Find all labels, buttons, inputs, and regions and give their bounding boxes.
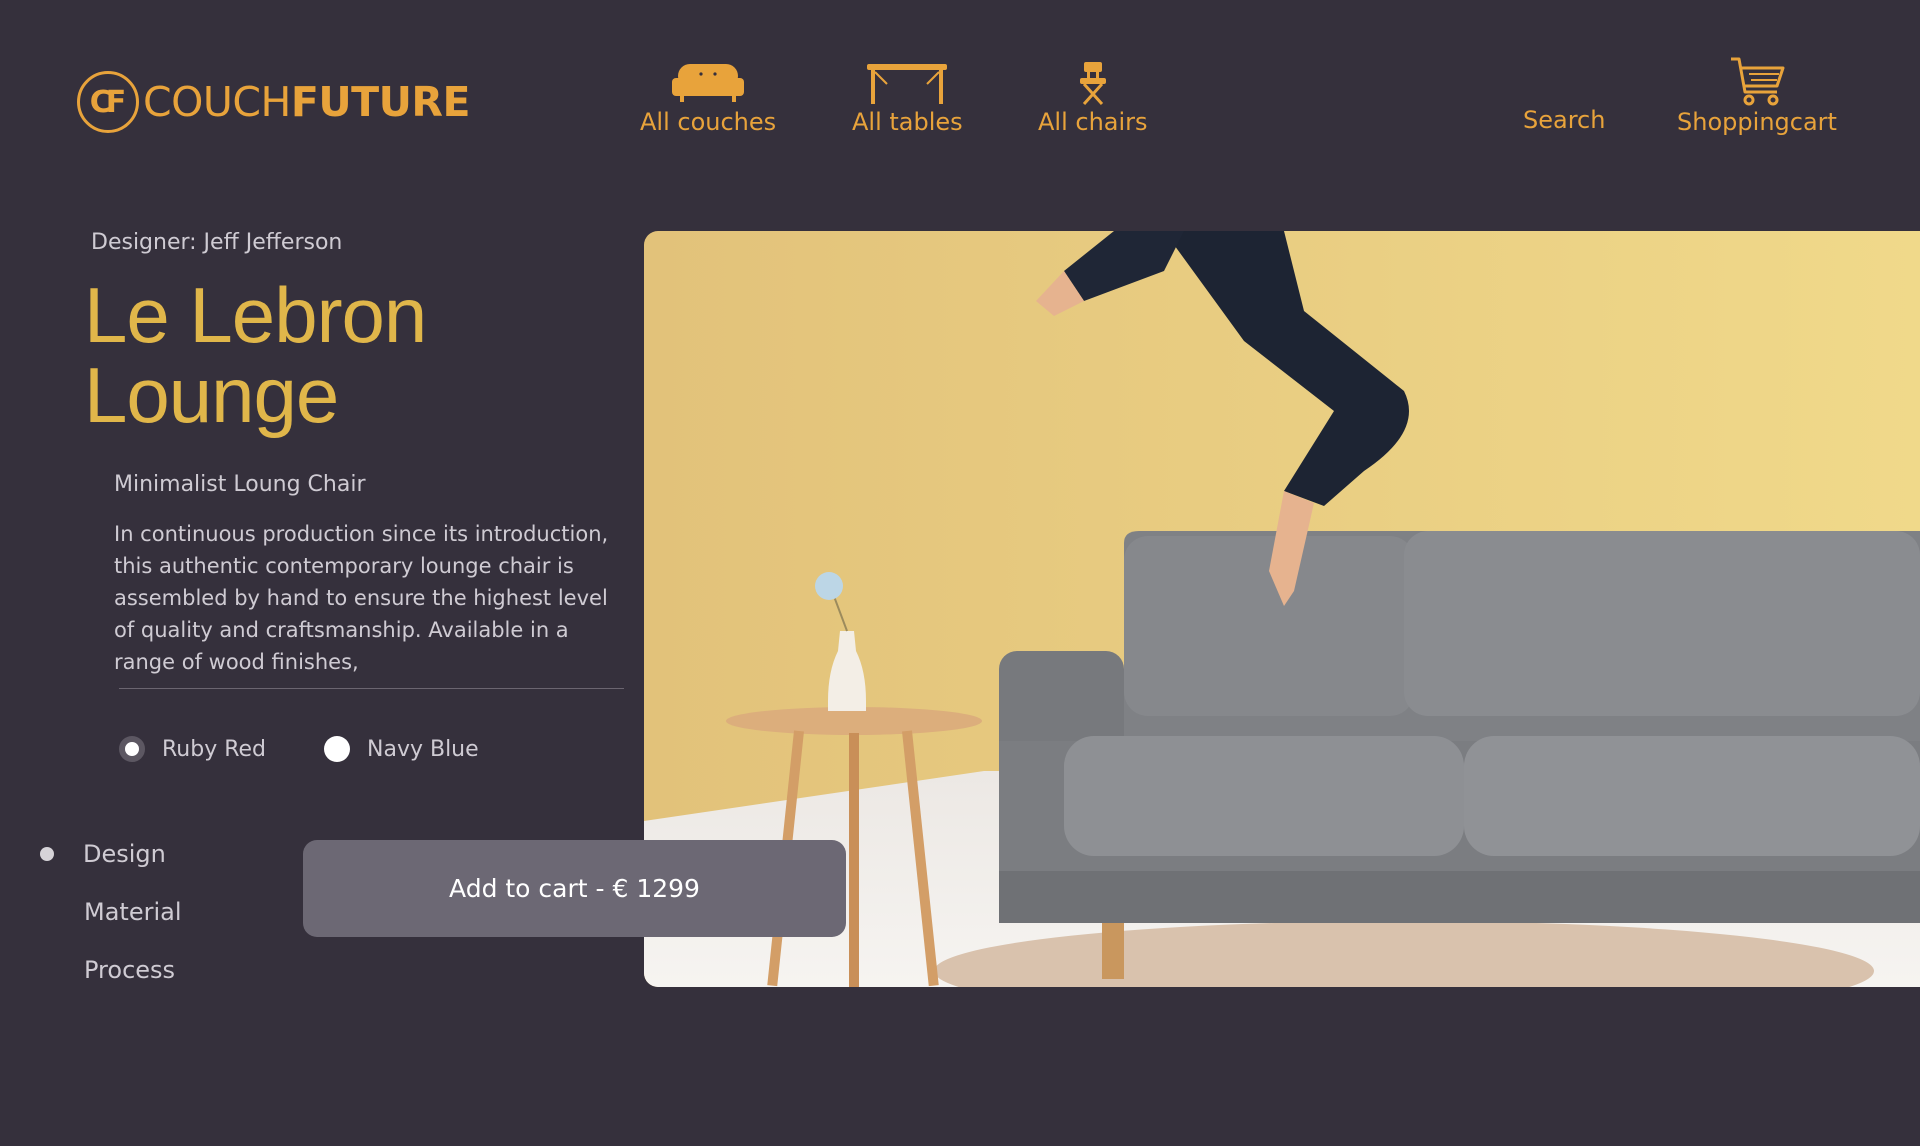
shoppingcart-link[interactable]: Shoppingcart	[1672, 56, 1842, 136]
nav-tables-label: All tables	[852, 108, 963, 136]
logo-word-light: COUCH	[143, 77, 291, 126]
product-title-line2: Lounge	[84, 351, 339, 439]
nav-couches-label: All couches	[640, 108, 777, 136]
product-subtitle: Minimalist Loung Chair	[114, 472, 366, 497]
add-to-cart-button[interactable]: Add to cart - € 1299	[303, 840, 846, 937]
shoppingcart-label: Shoppingcart	[1677, 108, 1837, 136]
color-option-ruby-red[interactable]: Ruby Red	[119, 736, 266, 762]
radio-selected-icon[interactable]	[119, 736, 145, 762]
search-link[interactable]: Search	[1523, 106, 1605, 134]
nav-all-couches[interactable]: All couches	[640, 58, 776, 136]
chair-icon	[1079, 62, 1106, 106]
divider	[119, 688, 624, 689]
product-title-line1: Le Lebron	[84, 271, 427, 359]
cart-icon	[1731, 57, 1785, 106]
table-icon	[867, 64, 948, 104]
color-option-label: Ruby Red	[162, 736, 267, 762]
nav-chairs-label: All chairs	[1038, 108, 1148, 136]
logo-wordmark: COUCHFUTURE	[143, 81, 471, 123]
nav-all-tables[interactable]: All tables	[852, 58, 963, 136]
section-nav-label: Process	[84, 956, 176, 984]
product-description: In continuous production since its intro…	[114, 522, 609, 674]
active-bullet-icon	[40, 847, 54, 861]
section-nav-label: Design	[83, 840, 166, 868]
section-nav-label: Material	[84, 898, 182, 926]
color-option-navy-blue[interactable]: Navy Blue	[324, 736, 479, 762]
section-nav-design[interactable]: Design	[40, 840, 166, 868]
designer-credit: Designer: Jeff Jefferson	[91, 230, 343, 255]
brand-logo[interactable]: CF COUCHFUTURE	[77, 71, 471, 133]
section-nav-process[interactable]: Process	[84, 956, 175, 984]
section-nav-material[interactable]: Material	[84, 898, 182, 926]
radio-unselected-icon[interactable]	[324, 736, 350, 762]
nav-all-chairs[interactable]: All chairs	[1038, 58, 1148, 136]
couch-icon	[672, 64, 745, 102]
logo-mark: CF	[77, 71, 139, 133]
product-title: Le Lebron Lounge	[84, 271, 427, 439]
logo-word-bold: FUTURE	[290, 77, 471, 126]
color-option-label: Navy Blue	[367, 736, 479, 762]
